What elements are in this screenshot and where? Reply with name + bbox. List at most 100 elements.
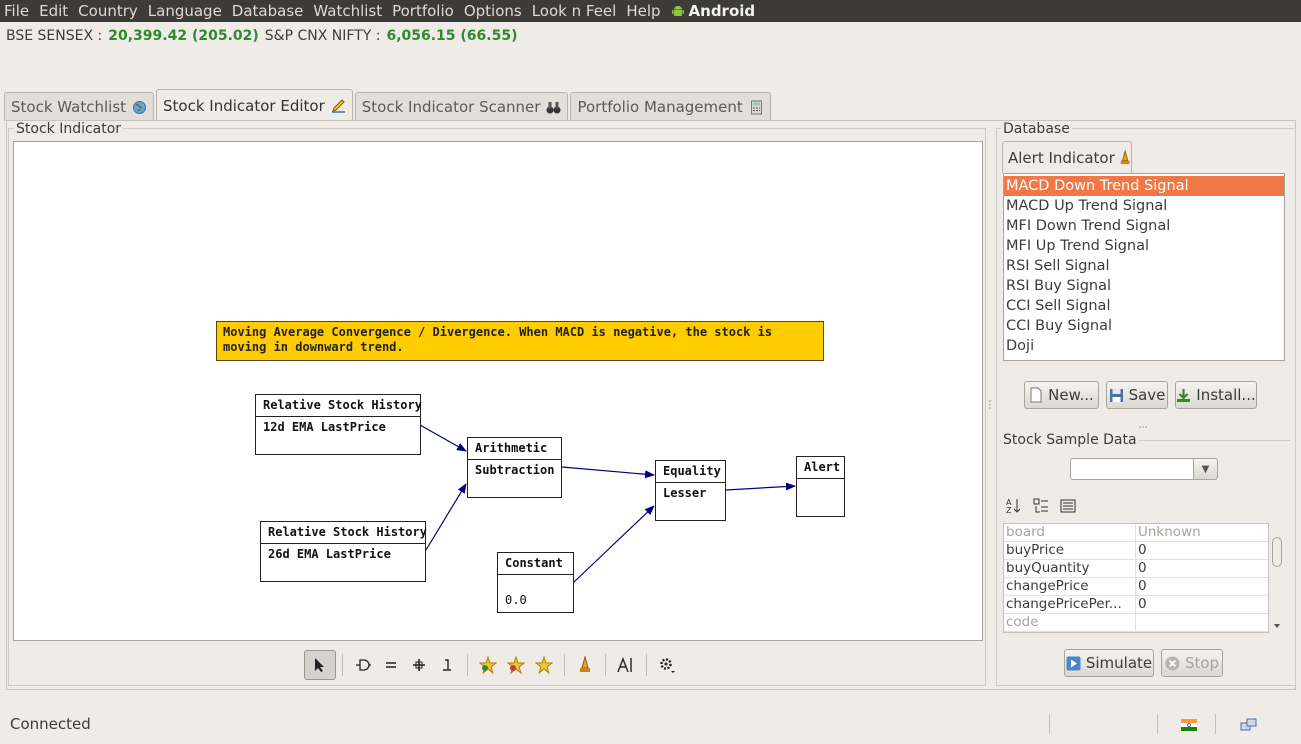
stock-select-field[interactable] (1070, 458, 1194, 480)
nifty-value: 6,056.15 (66.55) (386, 28, 518, 44)
india-flag-icon[interactable] (1181, 719, 1197, 731)
tab-alert-indicator[interactable]: Alert Indicator (1002, 141, 1132, 173)
tab-portfolio-management[interactable]: Portfolio Management (570, 92, 771, 121)
menu-database[interactable]: Database (227, 0, 309, 22)
constant-icon[interactable] (433, 650, 461, 680)
node-alert[interactable]: Alert (796, 456, 845, 517)
toolbar-separator (646, 654, 647, 676)
node-constant[interactable]: Constant 0.0 (497, 552, 574, 613)
property-sheet-table[interactable]: board Unknown buyPrice 0 buyQuantity 0 c… (1003, 523, 1269, 633)
node-arithmetic[interactable]: Arithmetic Subtraction (467, 437, 562, 498)
node-relative-stock-history-26d[interactable]: Relative Stock History 26d EMA LastPrice (260, 521, 427, 582)
pencil-icon (331, 99, 345, 113)
list-item[interactable]: MACD Down Trend Signal (1004, 176, 1284, 196)
list-item[interactable]: CCI Sell Signal (1004, 296, 1284, 316)
menu-help[interactable]: Help (621, 0, 665, 22)
node-body: 26d EMA LastPrice (268, 547, 391, 561)
star-icon[interactable] (530, 650, 558, 680)
calculator-icon (750, 100, 762, 114)
star-remove-icon[interactable] (502, 650, 530, 680)
operator-icon[interactable] (349, 650, 377, 680)
list-item[interactable]: RSI Buy Signal (1004, 276, 1284, 296)
new-file-icon (1030, 387, 1042, 403)
tab-label: Alert Indicator (1008, 148, 1115, 167)
text-tool-icon[interactable] (612, 650, 640, 680)
network-connected-icon[interactable] (1240, 717, 1257, 733)
node-body (797, 479, 844, 485)
table-row[interactable]: board Unknown (1004, 524, 1268, 542)
star-add-icon[interactable] (474, 650, 502, 680)
sensex-value: 20,399.42 (205.02) (108, 28, 259, 44)
menu-android-label: Android (688, 2, 756, 20)
new-button-label: New... (1048, 386, 1094, 404)
menu-options[interactable]: Options (459, 0, 527, 22)
list-item[interactable]: Doji (1004, 336, 1284, 356)
stop-button[interactable]: Stop (1161, 649, 1223, 677)
node-body: Lesser (663, 486, 707, 500)
main-tabs: Stock Watchlist Stock Indicator Editor S… (4, 89, 773, 121)
list-item[interactable]: CCI Buy Signal (1004, 316, 1284, 336)
toolbar-separator (605, 654, 606, 676)
menu-edit[interactable]: Edit (34, 0, 73, 22)
description-view-icon[interactable] (1059, 497, 1076, 514)
vertical-splitter-grip[interactable] (988, 400, 992, 410)
android-icon (671, 6, 684, 16)
stock-sample-data-title: Stock Sample Data (1001, 432, 1139, 448)
menu-look-n-feel[interactable]: Look n Feel (527, 0, 622, 22)
list-item[interactable]: RSI Sell Signal (1004, 256, 1284, 276)
table-row[interactable]: changePricePer... 0 (1004, 596, 1268, 614)
menu-android[interactable]: Android (666, 0, 761, 22)
property-value: 0 (1138, 560, 1147, 576)
menu-file[interactable]: File (0, 0, 34, 22)
indicator-canvas[interactable]: Moving Average Convergence / Divergence.… (13, 141, 983, 641)
arithmetic-plus-icon[interactable] (405, 650, 433, 680)
property-sheet-scrollbar[interactable] (1270, 523, 1284, 633)
alert-indicator-icon[interactable] (571, 650, 599, 680)
install-button[interactable]: Install... (1175, 381, 1257, 409)
node-title: Alert (797, 457, 844, 479)
settings-icon[interactable] (653, 650, 681, 680)
splitter-grip[interactable] (1139, 425, 1147, 429)
indicator-description-note[interactable]: Moving Average Convergence / Divergence.… (216, 321, 824, 361)
toolbar-separator (342, 654, 343, 676)
node-relative-stock-history-12d[interactable]: Relative Stock History 12d EMA LastPrice (255, 394, 422, 455)
table-row[interactable]: buyQuantity 0 (1004, 560, 1268, 578)
tab-stock-indicator-editor[interactable]: Stock Indicator Editor (156, 89, 353, 121)
menu-portfolio[interactable]: Portfolio (387, 0, 459, 22)
market-ticker: BSE SENSEX : 20,399.42 (205.02) S&P CNX … (6, 28, 518, 44)
menu-language[interactable]: Language (143, 0, 227, 22)
indicator-list[interactable]: MACD Down Trend Signal MACD Up Trend Sig… (1003, 173, 1285, 361)
chevron-down-icon[interactable]: ▼ (1194, 458, 1218, 480)
property-value: Unknown (1138, 524, 1201, 540)
tab-label: Stock Indicator Editor (163, 96, 325, 115)
menu-country[interactable]: Country (73, 0, 143, 22)
list-item[interactable]: MFI Down Trend Signal (1004, 216, 1284, 236)
tab-stock-indicator-scanner[interactable]: Stock Indicator Scanner (354, 92, 569, 121)
equality-icon[interactable] (377, 650, 405, 680)
select-arrow-icon[interactable] (304, 650, 336, 680)
wire-equal-alert (725, 482, 796, 491)
table-row[interactable]: changePrice 0 (1004, 578, 1268, 596)
install-button-label: Install... (1196, 386, 1256, 404)
simulate-button[interactable]: Simulate (1064, 649, 1154, 677)
stock-select-combo[interactable]: ▼ (1070, 458, 1218, 480)
list-item[interactable]: MFI Up Trend Signal (1004, 236, 1284, 256)
node-equality[interactable]: Equality Lesser (655, 460, 726, 521)
scrollbar-thumb[interactable] (1272, 537, 1282, 567)
save-button-label: Save (1128, 386, 1166, 404)
sort-alphabetical-icon[interactable]: AZ (1005, 497, 1022, 514)
tab-label: Stock Indicator Scanner (361, 98, 541, 116)
property-value (1136, 614, 1138, 631)
table-row[interactable]: buyPrice 0 (1004, 542, 1268, 560)
connection-status: Connected (10, 715, 91, 733)
tab-stock-watchlist[interactable]: Stock Watchlist (4, 92, 155, 121)
menu-watchlist[interactable]: Watchlist (308, 0, 387, 22)
node-title: Constant (498, 553, 573, 575)
new-button[interactable]: New... (1024, 381, 1099, 409)
table-row[interactable]: code (1004, 614, 1268, 632)
save-button[interactable]: Save (1106, 381, 1168, 409)
list-item[interactable]: MACD Up Trend Signal (1004, 196, 1284, 216)
categorized-view-icon[interactable] (1032, 497, 1049, 514)
wire-const-equal (573, 505, 655, 583)
scroll-down-icon[interactable] (1273, 623, 1281, 629)
